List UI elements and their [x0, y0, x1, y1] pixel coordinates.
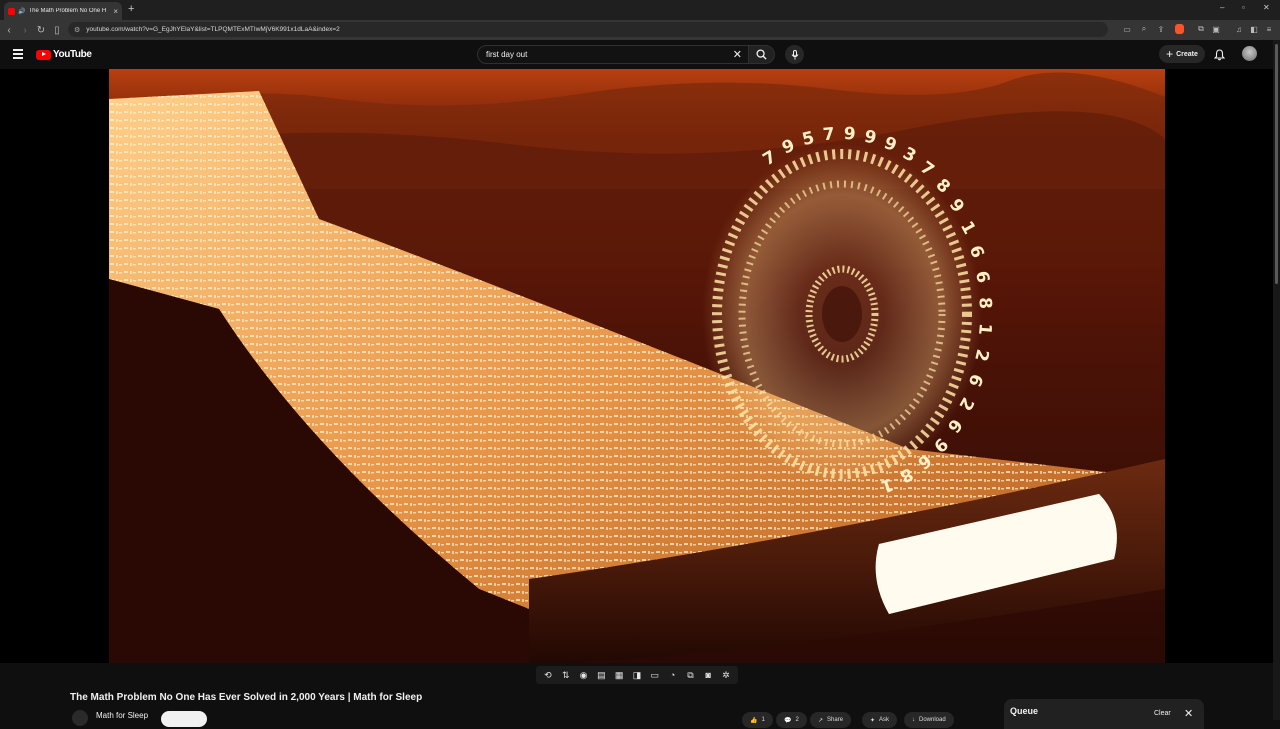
minimize-icon[interactable]: –	[1220, 3, 1224, 12]
video-title: The Math Problem No One Has Ever Solved …	[70, 692, 423, 703]
ring-digit: 9	[843, 124, 856, 145]
search-button[interactable]	[749, 45, 775, 64]
forward-icon[interactable]: ›	[18, 25, 32, 36]
brave-shields-icon[interactable]	[1175, 24, 1184, 34]
url-text: youtube.com/watch?v=G_EgJhYElaY&list=TLP…	[86, 26, 340, 33]
back-icon[interactable]: ‹	[2, 25, 16, 36]
tab-close-icon[interactable]: ×	[113, 7, 118, 16]
ask-icon: ✦	[870, 717, 876, 724]
settings-icon[interactable]: ✲	[718, 670, 734, 681]
video-scene-image: 7 9 5 7 9 9 9 37891668126269681	[109, 69, 1165, 663]
youtube-wordmark: YouTube	[53, 49, 92, 60]
close-window-icon[interactable]: ✕	[1263, 3, 1270, 12]
tab-title: The Math Problem No One H	[28, 8, 107, 14]
microphone-icon	[791, 49, 798, 59]
reload-icon[interactable]: ↻	[34, 25, 48, 36]
audio-playing-icon[interactable]: 🔊	[18, 8, 25, 15]
pip-icon[interactable]: ◨	[629, 670, 645, 681]
menu-icon[interactable]: ≡	[1263, 23, 1275, 35]
channel-avatar[interactable]	[72, 710, 88, 726]
ask-button[interactable]: ✦ Ask	[862, 712, 898, 728]
browser-tab-strip: 🔊 The Math Problem No One H × + – ▫ ✕	[0, 0, 1280, 20]
search-icon	[756, 49, 767, 60]
share-page-icon[interactable]: ⇪	[1155, 23, 1167, 35]
youtube-play-logo-icon	[36, 49, 51, 60]
subscribe-button[interactable]	[161, 711, 207, 727]
download-button[interactable]: ↓ Download	[904, 712, 954, 728]
clear-search-icon[interactable]: ✕	[733, 48, 742, 61]
browser-tab[interactable]: 🔊 The Math Problem No One H ×	[4, 2, 122, 20]
bookmark-icon[interactable]: ▯	[50, 25, 64, 36]
ring-digit: 8	[974, 297, 995, 310]
wallet-icon[interactable]: ▣	[1210, 23, 1222, 35]
subtitles-icon[interactable]: ▤	[593, 670, 609, 681]
youtube-favicon-icon	[8, 7, 15, 15]
scrollbar-thumb[interactable]	[1275, 44, 1278, 284]
zoom-icon[interactable]: ⌕	[1138, 23, 1150, 35]
channel-name[interactable]: Math for Sleep	[96, 711, 148, 720]
extensions-icon[interactable]: ⧉	[1195, 23, 1207, 35]
player-extension-toolbar: ⟲ ⇅ ◉ ▤ ▦ ◨ ▭ ◔ ⧉ ◙ ✲	[536, 666, 738, 684]
share-button[interactable]: ↗ Share	[810, 712, 852, 728]
queue-close-icon[interactable]: ✕	[1184, 707, 1193, 720]
comment-icon: 💬	[784, 717, 792, 724]
notifications-button[interactable]	[1213, 48, 1226, 66]
sidebar-icon[interactable]: ◧	[1248, 23, 1260, 35]
voice-search-button[interactable]	[785, 45, 804, 64]
address-bar[interactable]: ⚙ youtube.com/watch?v=G_EgJhYElaY&list=T…	[68, 22, 1108, 37]
account-avatar[interactable]	[1242, 46, 1257, 61]
bell-icon	[1213, 49, 1226, 61]
loop-icon[interactable]: ⟲	[540, 670, 556, 681]
site-info-icon[interactable]: ⚙	[74, 26, 80, 34]
search-input[interactable]: first day out ✕	[477, 45, 749, 64]
cinema-icon[interactable]: ▦	[611, 670, 627, 681]
search-query: first day out	[486, 50, 528, 59]
restore-icon[interactable]: ▫	[1242, 3, 1245, 12]
queue-clear-button[interactable]: Clear	[1154, 710, 1171, 717]
camera-icon[interactable]: ◙	[700, 670, 716, 680]
ring-digit: 7	[822, 124, 836, 145]
video-frame[interactable]: 795799937891668126269681	[109, 69, 1165, 663]
ring-digit: 1	[974, 322, 995, 336]
comment-button[interactable]: 💬 2	[776, 712, 807, 728]
miniplayer-icon[interactable]: ▭	[647, 670, 663, 681]
queue-title: Queue	[1010, 706, 1039, 716]
youtube-logo[interactable]: YouTube	[36, 49, 92, 60]
speed-icon[interactable]: ◔	[665, 670, 681, 680]
media-icon[interactable]: ♫	[1233, 23, 1245, 35]
share-icon: ↗	[818, 717, 824, 724]
create-button[interactable]: + Create	[1159, 45, 1205, 63]
like-button[interactable]: 👍 1	[742, 712, 773, 728]
download-icon: ↓	[912, 717, 915, 723]
cast-icon[interactable]: ▭	[1121, 23, 1133, 35]
audio-icon[interactable]: ◉	[576, 670, 592, 681]
like-icon: 👍	[750, 717, 758, 724]
sort-icon[interactable]: ⇅	[558, 670, 574, 681]
screenshot-icon[interactable]: ⧉	[682, 670, 698, 681]
plus-icon: +	[1166, 47, 1174, 61]
hamburger-menu-icon[interactable]	[13, 49, 23, 61]
new-tab-icon[interactable]: +	[128, 3, 134, 15]
create-label: Create	[1176, 50, 1198, 58]
